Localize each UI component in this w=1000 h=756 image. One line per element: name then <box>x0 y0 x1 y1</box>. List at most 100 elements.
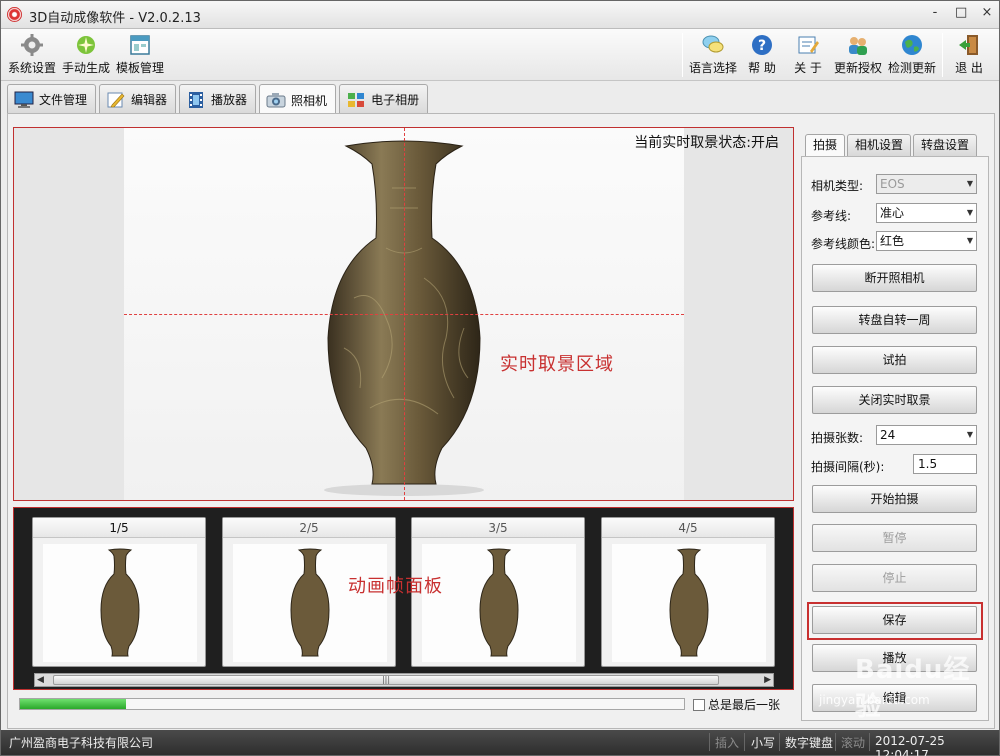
right-panel-tabs: 拍摄 相机设置 转盘设置 <box>805 134 978 156</box>
template-manage-label: 模板管理 <box>115 61 164 75</box>
scrollbar-thumb[interactable]: ||| <box>53 675 719 685</box>
status-divider <box>709 733 710 751</box>
frame-number: 2/5 <box>223 518 395 538</box>
main-toolbar: 系统设置 手动生成 模板管理 语言选择 ? 帮 助 关 于 更新授权 检测更新 … <box>1 29 999 81</box>
guide-color-select[interactable]: 红色 ▼ <box>876 231 977 251</box>
exit-button[interactable]: 退 出 <box>947 31 991 79</box>
edit-button[interactable]: 编辑 <box>812 684 977 712</box>
tab-shoot[interactable]: 拍摄 <box>805 134 846 156</box>
stop-button[interactable]: 停止 <box>812 564 977 592</box>
tab-turntable-settings[interactable]: 转盘设置 <box>913 134 978 156</box>
app-logo-icon <box>7 7 22 22</box>
album-icon <box>348 92 365 107</box>
pause-button[interactable]: 暂停 <box>812 524 977 552</box>
tab-label: 电子相册 <box>371 93 420 107</box>
live-view-area[interactable]: 当前实时取景状态:开启 实时取景区域 <box>13 127 794 501</box>
scroll-right-arrow-icon[interactable]: ▶ <box>764 675 771 685</box>
camera-icon <box>266 93 286 108</box>
toolbar-separator <box>682 33 683 77</box>
frame-card[interactable]: 4/5 <box>601 517 775 667</box>
maximize-button[interactable]: □ <box>955 6 967 20</box>
checkbox-box[interactable] <box>693 698 705 711</box>
window-controls: - □ × <box>929 6 993 20</box>
status-divider <box>869 733 870 751</box>
scroll-lock-indicator: 滚动 <box>841 736 866 750</box>
tab-e-album[interactable]: 电子相册 <box>339 84 429 114</box>
manual-generate-button[interactable]: 手动生成 <box>61 31 111 79</box>
shot-count-select[interactable]: 24 ▼ <box>876 425 977 445</box>
close-live-view-button[interactable]: 关闭实时取景 <box>812 386 977 414</box>
guide-color-value: 红色 <box>880 234 905 248</box>
update-license-button[interactable]: 更新授权 <box>832 31 884 79</box>
guide-line-label: 参考线: <box>811 209 852 223</box>
save-button[interactable]: 保存 <box>812 606 977 634</box>
tab-label: 照相机 <box>291 93 328 108</box>
animation-frame-panel: 1/5 2/5 3/5 4/5 动画帧面板 ◀ ||| ▶ <box>13 507 794 690</box>
live-view-area-label: 实时取景区域 <box>500 354 614 375</box>
tab-camera-settings[interactable]: 相机设置 <box>847 134 912 156</box>
status-divider <box>744 733 745 751</box>
status-bar: 广州盈商电子科技有限公司 插入 小写 数字键盘 滚动 2012-07-25 12… <box>1 730 999 756</box>
camera-type-select: EOS ▼ <box>876 174 977 194</box>
capture-progress-bar <box>19 698 685 710</box>
minimize-button[interactable]: - <box>929 6 941 20</box>
tab-camera[interactable]: 照相机 <box>259 84 337 115</box>
always-last-frame-label: 总是最后一张 <box>708 698 781 712</box>
start-shooting-button[interactable]: 开始拍摄 <box>812 485 977 513</box>
guide-line-value: 准心 <box>880 206 905 220</box>
guide-line-select[interactable]: 准心 ▼ <box>876 203 977 223</box>
live-view-status: 当前实时取景状态:开启 <box>634 135 779 151</box>
camera-type-label: 相机类型: <box>811 179 864 193</box>
svg-text:?: ? <box>758 38 766 54</box>
numpad-indicator: 数字键盘 <box>785 736 834 750</box>
template-icon <box>130 35 150 55</box>
frame-thumbnail <box>612 544 766 662</box>
speech-bubble-icon <box>702 35 724 53</box>
close-button[interactable]: × <box>981 6 993 20</box>
rotate-turntable-button[interactable]: 转盘自转一周 <box>812 306 977 334</box>
frame-thumbnail <box>233 544 387 662</box>
check-update-button[interactable]: 检测更新 <box>886 31 938 79</box>
update-license-label: 更新授权 <box>833 61 882 75</box>
frame-thumbnail <box>43 544 197 662</box>
tab-file-manager[interactable]: 文件管理 <box>7 84 97 114</box>
manual-generate-label: 手动生成 <box>61 61 110 75</box>
shot-interval-label: 拍摄间隔(秒): <box>811 460 885 474</box>
scroll-left-arrow-icon[interactable]: ◀ <box>37 675 44 685</box>
language-button[interactable]: 语言选择 <box>687 31 739 79</box>
exit-door-icon <box>959 35 978 55</box>
status-datetime: 2012-07-25 12:04:17 <box>875 734 945 756</box>
tab-player[interactable]: 播放器 <box>179 84 257 114</box>
about-button[interactable]: 关 于 <box>786 31 830 79</box>
guide-color-label: 参考线颜色: <box>811 237 876 251</box>
shot-count-label: 拍摄张数: <box>811 431 864 445</box>
system-settings-label: 系统设置 <box>7 61 56 75</box>
help-icon: ? <box>752 35 772 55</box>
shot-interval-input[interactable]: 1.5 <box>913 454 977 474</box>
test-shot-button[interactable]: 试拍 <box>812 346 977 374</box>
frame-number: 4/5 <box>602 518 774 538</box>
help-button[interactable]: ? 帮 助 <box>742 31 782 79</box>
play-button[interactable]: 播放 <box>812 644 977 672</box>
always-last-frame-checkbox[interactable]: 总是最后一张 <box>693 696 780 713</box>
template-manage-button[interactable]: 模板管理 <box>115 31 165 79</box>
camera-type-value: EOS <box>880 177 905 191</box>
scrollbar-grip: ||| <box>381 675 391 684</box>
chevron-down-icon: ▼ <box>966 430 973 439</box>
disconnect-camera-button[interactable]: 断开照相机 <box>812 264 977 292</box>
frame-panel-label: 动画帧面板 <box>348 576 443 597</box>
about-icon <box>798 36 819 54</box>
frame-card[interactable]: 1/5 <box>32 517 206 667</box>
users-icon <box>849 37 867 55</box>
chevron-down-icon: ▼ <box>966 208 973 217</box>
tab-editor[interactable]: 编辑器 <box>99 84 177 114</box>
system-settings-button[interactable]: 系统设置 <box>7 31 57 79</box>
guide-line-vertical <box>404 128 405 500</box>
tab-label: 播放器 <box>211 93 248 107</box>
film-icon <box>189 91 204 108</box>
chevron-down-icon: ▼ <box>966 179 973 188</box>
window-title: 3D自动成像软件 - V2.0.2.13 <box>29 11 201 26</box>
frames-horizontal-scrollbar[interactable]: ◀ ||| ▶ <box>34 673 774 687</box>
status-divider <box>835 733 836 751</box>
insert-mode-indicator: 插入 <box>715 736 740 750</box>
